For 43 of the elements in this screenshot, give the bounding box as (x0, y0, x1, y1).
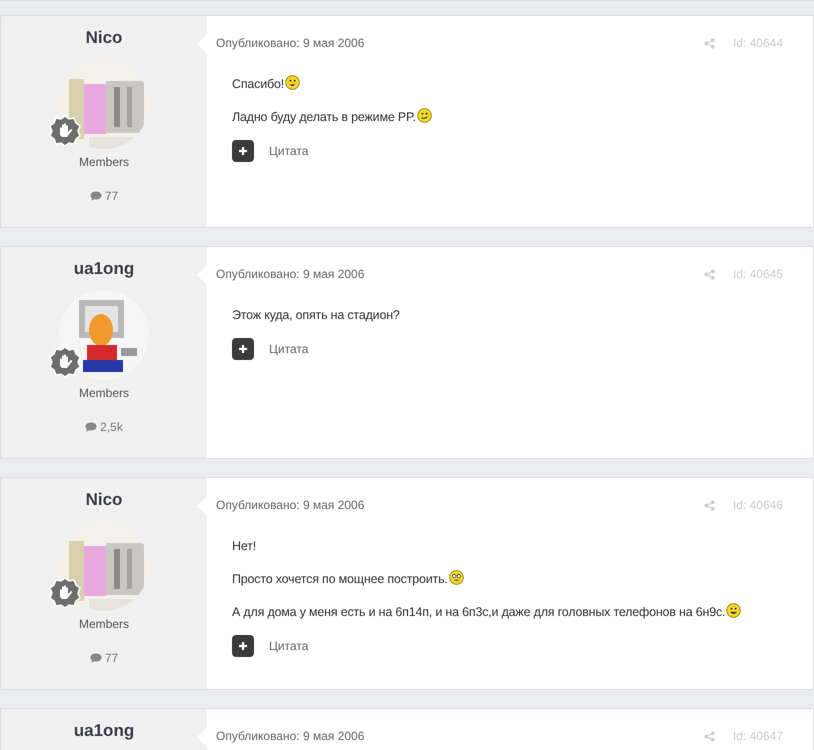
hand-badge-icon (49, 577, 81, 609)
smiley-icon (284, 75, 300, 90)
share-icon[interactable] (704, 38, 715, 48)
share-icon[interactable] (704, 730, 715, 742)
post-date: Опубликовано: 9 мая 2006 (216, 266, 364, 283)
comment-icon (85, 422, 98, 432)
member-group: Members (78, 153, 129, 171)
post-date: Опубликовано: 9 мая 2006 (216, 497, 364, 514)
post-text: А для дома у меня есть и на 6п14п, и на 6п3с,и даже для головных телефонов на 6н9с. (232, 605, 726, 619)
post-text: Просто хочется по мощнее построить. (232, 572, 448, 586)
post-text: Ладно буду делать в режиме PP. (232, 110, 416, 124)
author-name[interactable]: Nico (86, 489, 122, 511)
post-text: Спасибо! (232, 77, 284, 91)
add-quote-button[interactable] (232, 338, 254, 360)
quote-link[interactable]: Цитата (269, 142, 308, 160)
share-icon[interactable] (704, 268, 715, 280)
add-quote-button[interactable] (232, 140, 254, 162)
share-icon[interactable] (704, 500, 715, 510)
member-group: Members (78, 384, 129, 402)
post-date: Опубликовано: 9 мая 2006 (216, 35, 364, 52)
post-text: Этож куда, опять на стадион? (232, 308, 400, 322)
post-text: Нет! (232, 539, 256, 553)
author-name[interactable]: ua1ong (74, 258, 134, 280)
quote-link[interactable]: Цитата (269, 637, 308, 655)
comment-icon (90, 653, 102, 663)
member-group: Members (78, 615, 129, 633)
author-name[interactable]: ua1ong (74, 720, 134, 742)
add-quote-button[interactable] (232, 635, 254, 657)
hand-badge-icon (49, 115, 81, 147)
smiley-icon (416, 108, 432, 123)
smiley-icon (448, 570, 464, 585)
post-count: 2,5k (100, 419, 123, 436)
author-name[interactable]: Nico (86, 27, 122, 49)
plus-icon (238, 146, 248, 156)
plus-icon (238, 641, 248, 651)
hand-badge-icon (49, 346, 81, 378)
post-date: Опубликовано: 9 мая 2006 (216, 728, 364, 745)
plus-icon (238, 344, 248, 354)
quote-link[interactable]: Цитата (269, 340, 308, 358)
post-count: 77 (104, 650, 118, 667)
smiley-icon (726, 603, 742, 618)
comment-icon (90, 191, 102, 201)
post-count: 77 (104, 188, 118, 205)
